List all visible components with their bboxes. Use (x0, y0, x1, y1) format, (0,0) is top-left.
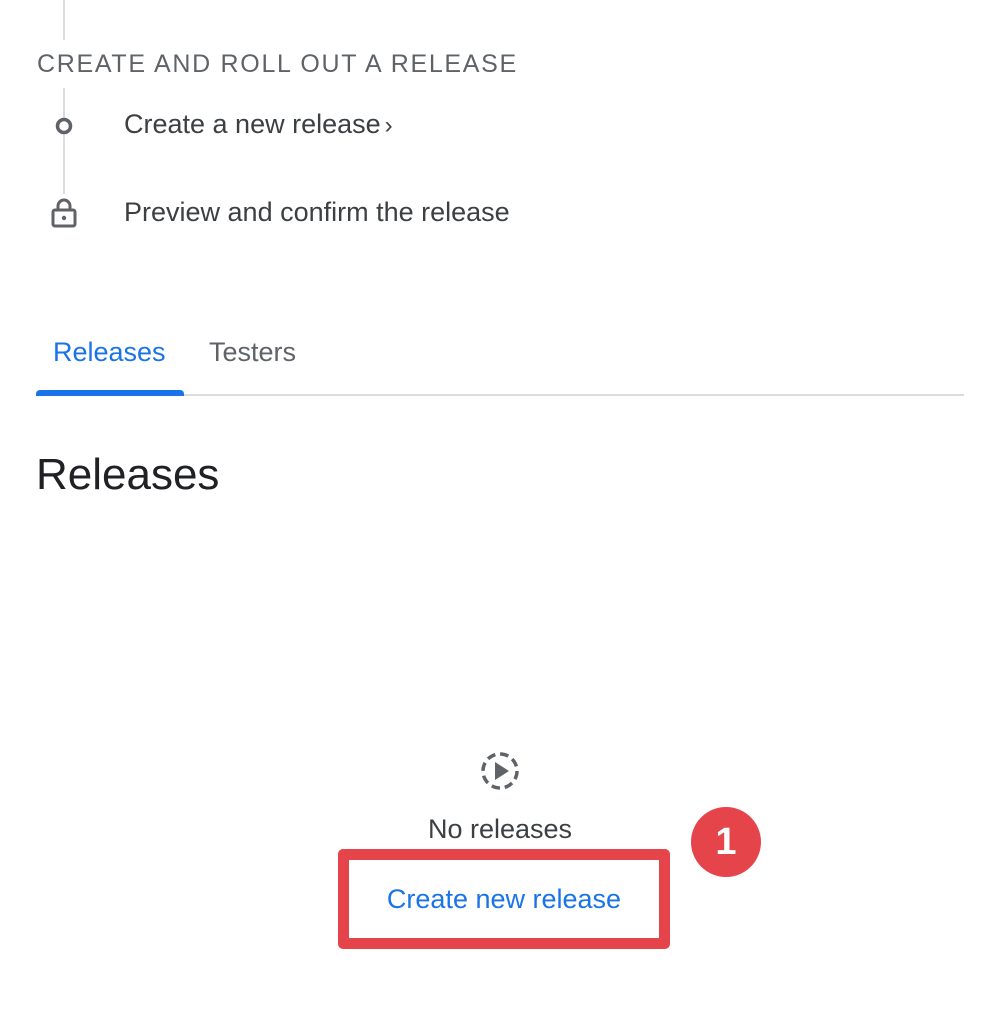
page-title: Releases (36, 450, 220, 499)
stepper-connector (63, 88, 65, 194)
empty-state-text: No releases (427, 814, 573, 844)
tab-testers[interactable]: Testers (209, 334, 296, 370)
highlight-annotation-box: Create new release (338, 849, 670, 949)
tab-releases[interactable]: Releases (53, 334, 166, 370)
section-heading: CREATE AND ROLL OUT A RELEASE (37, 50, 518, 78)
lock-icon (51, 198, 77, 228)
stepper-connector-top (63, 0, 65, 40)
circle-icon (55, 117, 73, 135)
annotation-step-badge: 1 (691, 807, 761, 877)
step-create-new-release[interactable]: Create a new release › (124, 106, 393, 144)
play-circle-dashed-icon (481, 752, 519, 790)
step-label: Create a new release (124, 109, 381, 139)
tab-bar: Releases Testers (36, 316, 964, 396)
chevron-right-icon: › (384, 112, 393, 139)
active-tab-indicator (36, 390, 184, 396)
create-new-release-button[interactable]: Create new release (349, 860, 659, 938)
step-preview-confirm: Preview and confirm the release (124, 197, 510, 227)
